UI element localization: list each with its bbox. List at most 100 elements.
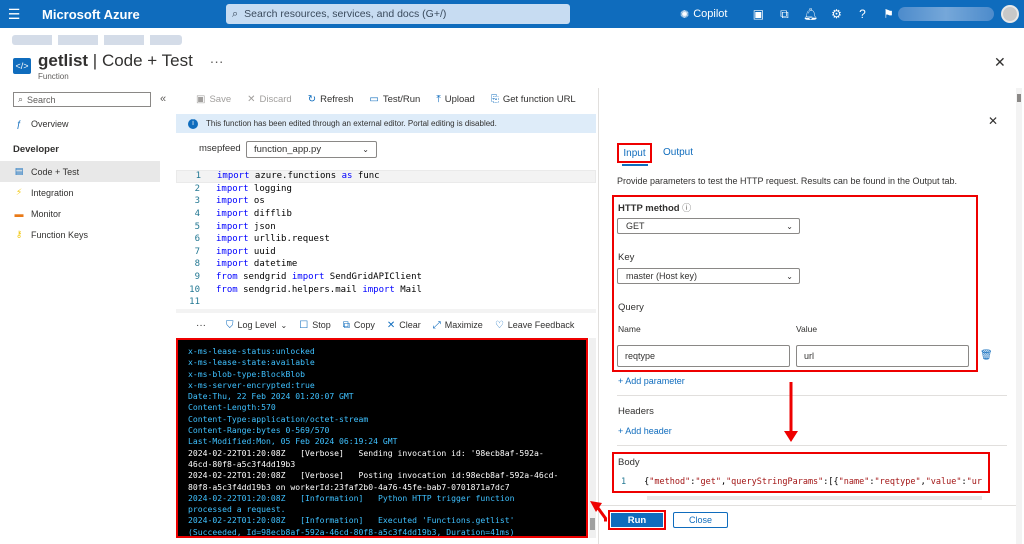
copy-label: Copy bbox=[353, 320, 375, 330]
log-console[interactable]: x-ms-lease-status:unlocked x-ms-lease-sta… bbox=[176, 338, 588, 538]
copy-button[interactable]: ⧉ Copy bbox=[343, 320, 375, 331]
sidebar-item-function-keys[interactable]: ⚷ Function Keys bbox=[0, 224, 160, 245]
azure-top-bar: ☰ Microsoft Azure ⌕ Search resources, se… bbox=[0, 0, 1024, 28]
add-parameter-link[interactable]: + Add parameter bbox=[618, 376, 685, 386]
settings-gear-icon[interactable]: ⚙ bbox=[823, 7, 849, 21]
code-text: func bbox=[352, 171, 380, 182]
code-editor[interactable]: 1 import azure.functions as func 2 import … bbox=[176, 170, 596, 309]
query-param-value-value: url bbox=[804, 351, 815, 361]
key-icon: ⚷ bbox=[15, 229, 23, 239]
http-method-label: HTTP method ⓘ bbox=[618, 201, 691, 214]
console-scrollbar[interactable] bbox=[589, 338, 596, 538]
overview-icon: ƒ bbox=[16, 118, 22, 129]
tab-input[interactable]: Input bbox=[617, 143, 652, 163]
brand-name[interactable]: Microsoft Azure bbox=[42, 7, 140, 22]
body-editor[interactable]: 1{"method": "get", "queryStringParams":[{"… bbox=[618, 472, 982, 492]
clear-icon: ✕ bbox=[386, 319, 396, 331]
avatar[interactable] bbox=[1001, 5, 1019, 23]
copilot-button[interactable]: ✺ Copilot bbox=[680, 8, 727, 21]
code-text: urllib.request bbox=[248, 234, 330, 245]
json-string: "reqtype" bbox=[874, 477, 921, 487]
panel-scrollbar-thumb[interactable] bbox=[1017, 94, 1021, 102]
file-selector-dropdown[interactable]: function_app.py ⌄ bbox=[246, 141, 377, 158]
log-level-button[interactable]: ⛉ Log Level ⌄ bbox=[226, 320, 287, 331]
query-param-name-input[interactable]: reqtype bbox=[617, 345, 790, 367]
close-button[interactable]: Close bbox=[673, 512, 728, 528]
directory-icon[interactable]: ⧉ bbox=[771, 7, 797, 22]
add-header-link[interactable]: + Add header bbox=[618, 426, 672, 436]
sidebar-item-code-test[interactable]: ▤ Code + Test bbox=[0, 161, 160, 182]
log-level-label: Log Level bbox=[237, 320, 277, 330]
divider bbox=[617, 395, 1007, 396]
more-options-icon[interactable]: ··· bbox=[210, 53, 224, 69]
save-button[interactable]: ▣ Save bbox=[196, 94, 231, 105]
discard-label: Discard bbox=[259, 93, 292, 105]
code-keyword: import bbox=[216, 196, 249, 207]
trash-icon[interactable]: 🗑︎ bbox=[980, 350, 993, 361]
close-panel-icon[interactable]: ✕ bbox=[988, 114, 998, 128]
console-scrollbar-thumb[interactable] bbox=[590, 518, 595, 530]
tab-output[interactable]: Output bbox=[663, 147, 693, 158]
chevron-down-icon: ⌄ bbox=[280, 320, 288, 330]
sidebar-item-overview[interactable]: ƒ Overview bbox=[0, 113, 160, 134]
sidebar-search-input[interactable]: ⌕ Search bbox=[13, 92, 151, 107]
lightning-icon: ⚡︎ bbox=[15, 187, 23, 197]
breadcrumb[interactable] bbox=[12, 35, 182, 45]
line-number: 1 bbox=[195, 171, 201, 182]
http-method-dropdown[interactable]: GET ⌄ bbox=[617, 218, 800, 234]
code-line: 3 import os bbox=[176, 195, 596, 208]
code-keyword: import bbox=[216, 221, 249, 232]
upload-button[interactable]: ⤒ Upload bbox=[436, 94, 475, 105]
panel-scrollbar[interactable] bbox=[1016, 88, 1022, 544]
code-keyword: import bbox=[362, 284, 395, 295]
account-info[interactable] bbox=[898, 7, 994, 21]
global-search-input[interactable]: ⌕ Search resources, services, and docs (… bbox=[226, 4, 570, 24]
notifications-icon[interactable]: 🔔︎ bbox=[797, 7, 823, 21]
sidebar-item-integration[interactable]: ⚡︎ Integration bbox=[0, 182, 160, 203]
log-more-icon[interactable]: ··· bbox=[196, 320, 206, 331]
discard-button[interactable]: ✕ Discard bbox=[247, 94, 292, 105]
get-function-url-label: Get function URL bbox=[502, 93, 576, 105]
log-line: Content-Type:application/octet-stream bbox=[188, 413, 369, 424]
editor-horizontal-scrollbar[interactable] bbox=[176, 309, 596, 313]
code-keyword: as bbox=[341, 171, 353, 182]
code-text: uuid bbox=[248, 246, 276, 257]
log-toolbar: ··· ⛉ Log Level ⌄ ☐ Stop ⧉ Copy ✕ Clear … bbox=[196, 318, 586, 332]
json-punct: :[{ bbox=[823, 477, 839, 487]
maximize-button[interactable]: ⤢ Maximize bbox=[433, 320, 483, 331]
query-col-name: Name bbox=[618, 324, 641, 334]
json-string: "ur bbox=[966, 477, 982, 487]
sidebar-item-monitor[interactable]: ▬ Monitor bbox=[0, 203, 160, 224]
run-button[interactable]: Run bbox=[608, 510, 666, 530]
line-number: 4 bbox=[194, 209, 200, 220]
refresh-button[interactable]: ↻ Refresh bbox=[308, 94, 354, 105]
body-horizontal-scrollbar[interactable] bbox=[647, 496, 982, 500]
search-icon: ⌕ bbox=[18, 94, 24, 104]
test-run-label: Test/Run bbox=[382, 93, 421, 105]
help-icon[interactable]: ? bbox=[849, 7, 875, 21]
get-function-url-button[interactable]: ⎘ Get function URL bbox=[491, 94, 576, 105]
refresh-label: Refresh bbox=[320, 93, 354, 105]
collapse-sidebar-icon[interactable]: « bbox=[160, 93, 166, 105]
close-blade-icon[interactable]: ✕ bbox=[994, 54, 1006, 71]
line-number: 6 bbox=[194, 234, 200, 245]
test-run-icon: ▭ bbox=[369, 93, 379, 105]
json-string: "value" bbox=[925, 477, 962, 487]
chevron-down-icon: ⌄ bbox=[786, 221, 793, 231]
leave-feedback-button[interactable]: ♡ Leave Feedback bbox=[495, 320, 575, 331]
leave-feedback-label: Leave Feedback bbox=[507, 320, 575, 330]
code-line: 5 import json bbox=[176, 220, 596, 233]
log-line: x-ms-blob-type:BlockBlob bbox=[188, 368, 305, 379]
query-param-value-input[interactable]: url bbox=[796, 345, 969, 367]
clear-button[interactable]: ✕ Clear bbox=[387, 320, 421, 331]
menu-icon[interactable]: ☰ bbox=[0, 0, 28, 28]
test-run-button[interactable]: ▭ Test/Run bbox=[369, 94, 420, 105]
key-dropdown[interactable]: master (Host key) ⌄ bbox=[617, 268, 800, 284]
code-keyword: import bbox=[216, 183, 249, 194]
query-col-value: Value bbox=[796, 324, 818, 334]
code-line: 9 from sendgrid import SendGridAPIClient bbox=[176, 271, 596, 284]
log-lines: x-ms-lease-status:unlocked x-ms-lease-sta… bbox=[188, 346, 586, 536]
copy-icon: ⧉ bbox=[342, 319, 350, 331]
stop-button[interactable]: ☐ Stop bbox=[299, 320, 330, 331]
cloud-shell-icon[interactable]: ▣ bbox=[745, 7, 771, 21]
